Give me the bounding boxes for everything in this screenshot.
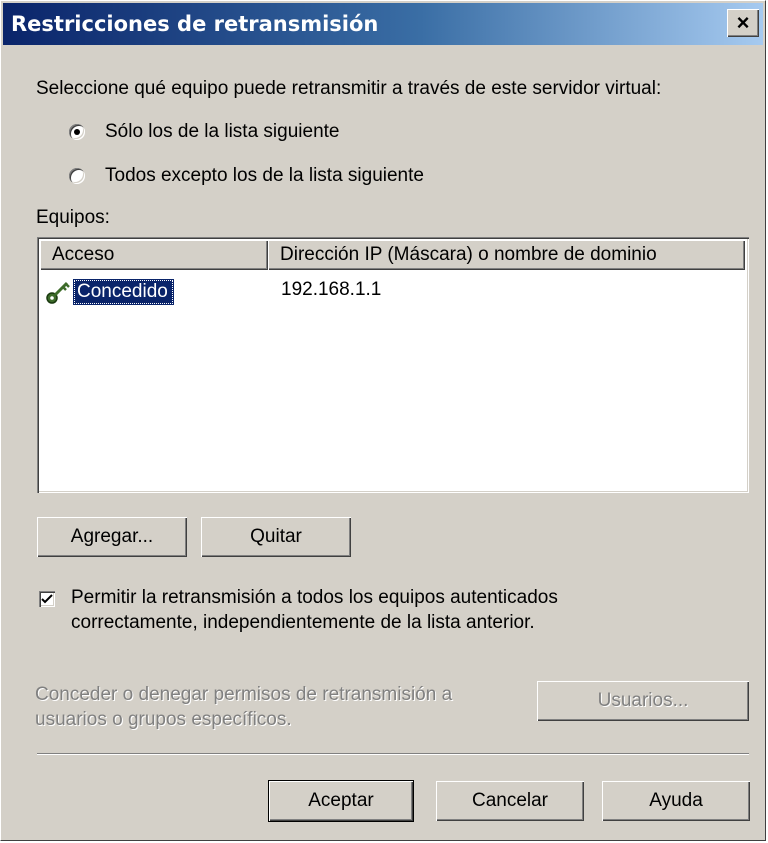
key-icon [46,281,70,304]
window-title: Restricciones de retransmisión [11,12,379,36]
radio-all-except-listed[interactable] [69,168,85,184]
address-cell: 192.168.1.1 [281,279,382,300]
table-row[interactable]: Concedido 192.168.1.1 [41,277,745,307]
cancel-button[interactable]: Cancelar [436,781,584,821]
column-header-address[interactable]: Dirección IP (Máscara) o nombre de domin… [268,240,745,270]
relay-restrictions-dialog: Restricciones de retransmisión × Selecci… [0,0,766,841]
separator [37,753,749,755]
close-icon: × [736,10,750,35]
column-header-access[interactable]: Acceso [40,240,268,270]
allow-authenticated-label-line2[interactable]: correctamente, independientemente de la … [71,612,535,634]
close-button[interactable]: × [727,9,759,37]
check-icon [41,594,53,604]
users-button[interactable]: Usuarios... [537,681,749,721]
radio-only-listed-label[interactable]: Sólo los de la lista siguiente [105,121,339,143]
allow-authenticated-checkbox[interactable] [39,591,55,607]
help-button[interactable]: Ayuda [602,781,750,821]
radio-all-except-listed-label[interactable]: Todos excepto los de la lista siguiente [105,165,424,187]
equipos-label: Equipos: [36,207,110,228]
computers-list[interactable]: Acceso Dirección IP (Máscara) o nombre d… [37,237,749,493]
title-bar: Restricciones de retransmisión × [3,3,763,45]
allow-authenticated-label-line1[interactable]: Permitir la retransmisión a todos los eq… [71,587,558,609]
access-cell[interactable]: Concedido [73,279,174,305]
intro-text: Seleccione qué equipo puede retransmitir… [36,78,662,99]
remove-button[interactable]: Quitar [201,517,351,557]
radio-only-listed[interactable] [69,124,85,140]
permissions-text-line1: Conceder o denegar permisos de retransmi… [35,684,453,705]
add-button[interactable]: Agregar... [37,517,187,557]
permissions-text-line2: usuarios o grupos específicos. [35,709,292,730]
ok-button[interactable]: Aceptar [269,781,413,821]
